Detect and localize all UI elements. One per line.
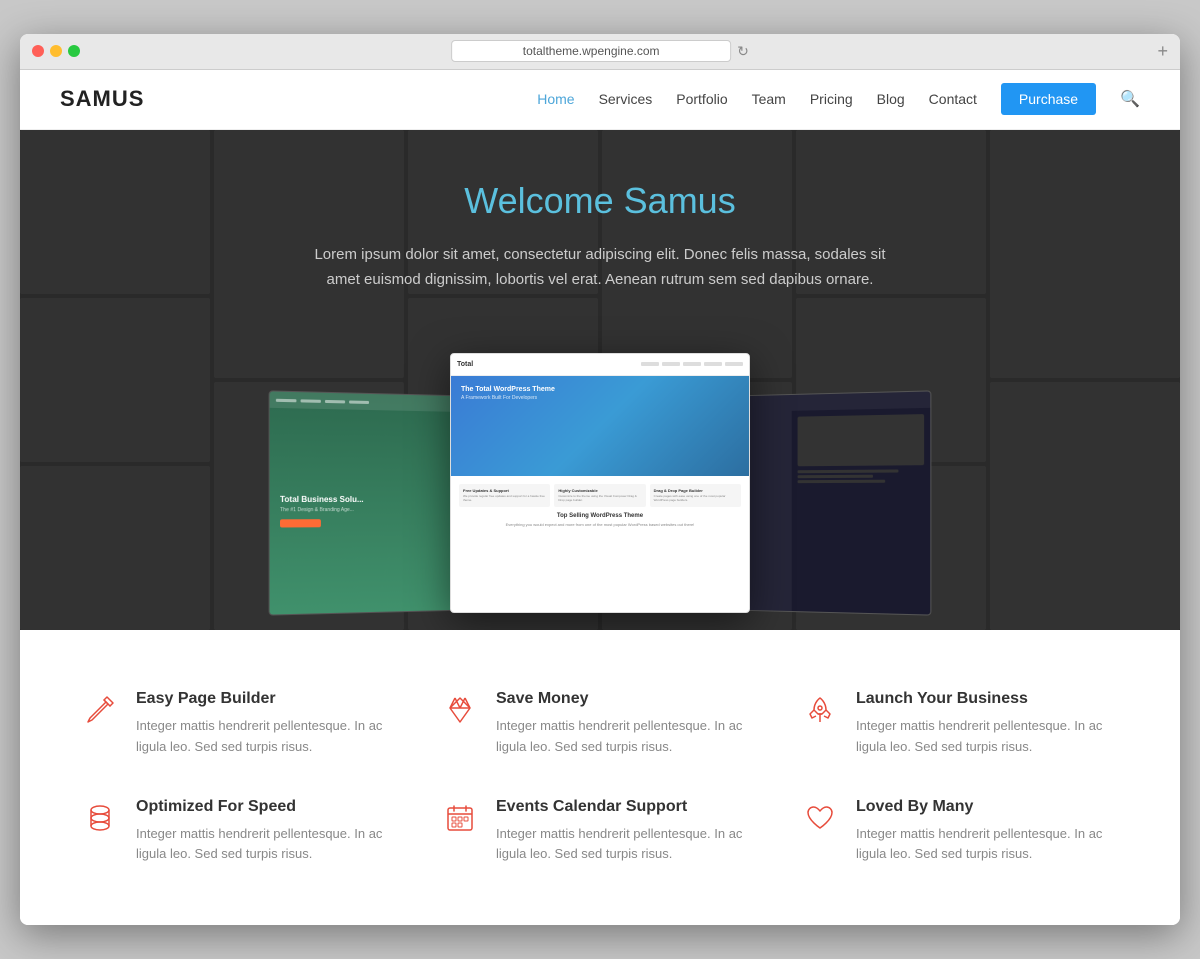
- feature-easy-page-builder: Easy Page Builder Integer mattis hendrer…: [80, 690, 400, 758]
- feature-launch-business-title: Launch Your Business: [856, 690, 1120, 708]
- mockup-center-hero-sub: A Framework Built For Developers: [461, 395, 555, 401]
- mockup-left-button: [280, 519, 321, 527]
- feature-loved-by-many-title: Loved By Many: [856, 798, 1120, 816]
- address-bar-container: totaltheme.wpengine.com ↻: [451, 40, 749, 62]
- close-button[interactable]: [32, 45, 44, 57]
- mockup-left-title: Total Business Solu...: [280, 495, 456, 504]
- search-icon[interactable]: 🔍: [1120, 89, 1140, 109]
- features-section: Easy Page Builder Integer mattis hendrer…: [20, 630, 1180, 925]
- address-bar[interactable]: totaltheme.wpengine.com: [451, 40, 731, 62]
- feature-events-calendar: Events Calendar Support Integer mattis h…: [440, 798, 760, 866]
- nav-pricing[interactable]: Pricing: [810, 91, 853, 107]
- site-nav: Home Services Portfolio Team Pricing Blo…: [537, 83, 1140, 115]
- hero-text: Welcome Samus Lorem ipsum dolor sit amet…: [300, 180, 900, 293]
- refresh-icon[interactable]: ↻: [737, 43, 749, 60]
- mockup-center: Total The Total WordPress Theme A Fr: [450, 353, 750, 613]
- nav-services[interactable]: Services: [599, 91, 653, 107]
- feature-optimized-speed-content: Optimized For Speed Integer mattis hendr…: [136, 798, 400, 866]
- browser-window: totaltheme.wpengine.com ↻ + SAMUS Home S…: [20, 34, 1180, 925]
- feature-easy-page-builder-title: Easy Page Builder: [136, 690, 400, 708]
- site-logo: SAMUS: [60, 86, 144, 112]
- feature-loved-by-many-desc: Integer mattis hendrerit pellentesque. I…: [856, 824, 1120, 866]
- mockup-left: Total Business Solu... The #1 Design & B…: [269, 390, 467, 615]
- feature-loved-by-many: Loved By Many Integer mattis hendrerit p…: [800, 798, 1120, 866]
- nav-contact[interactable]: Contact: [929, 91, 977, 107]
- feature-launch-business-desc: Integer mattis hendrerit pellentesque. I…: [856, 716, 1120, 758]
- feature-optimized-speed-desc: Integer mattis hendrerit pellentesque. I…: [136, 824, 400, 866]
- feature-easy-page-builder-desc: Integer mattis hendrerit pellentesque. I…: [136, 716, 400, 758]
- feature-launch-business: Launch Your Business Integer mattis hend…: [800, 690, 1120, 758]
- minimize-button[interactable]: [50, 45, 62, 57]
- rocket-icon: [800, 690, 840, 730]
- maximize-button[interactable]: [68, 45, 80, 57]
- feature-launch-business-content: Launch Your Business Integer mattis hend…: [856, 690, 1120, 758]
- feature-events-calendar-title: Events Calendar Support: [496, 798, 760, 816]
- hero-mockups: Total Business Solu... The #1 Design & B…: [40, 333, 1160, 613]
- mockup-right: [733, 390, 931, 615]
- mockup-feature-2: Highly Customizable Customize to the the…: [554, 484, 645, 507]
- mockup-section-title: Top Selling WordPress Theme: [459, 513, 741, 519]
- browser-titlebar: totaltheme.wpengine.com ↻ +: [20, 34, 1180, 70]
- mockup-center-hero-title: The Total WordPress Theme: [461, 386, 555, 393]
- feature-easy-page-builder-content: Easy Page Builder Integer mattis hendrer…: [136, 690, 400, 758]
- database-icon: [80, 798, 120, 838]
- nav-blog[interactable]: Blog: [877, 91, 905, 107]
- heart-icon: [800, 798, 840, 838]
- mockup-section-text: Everything you would expect and more fro…: [459, 522, 741, 527]
- hero-subtitle: Lorem ipsum dolor sit amet, consectetur …: [300, 242, 900, 293]
- feature-loved-by-many-content: Loved By Many Integer mattis hendrerit p…: [856, 798, 1120, 866]
- calendar-icon: [440, 798, 480, 838]
- features-grid: Easy Page Builder Integer mattis hendrer…: [80, 690, 1120, 865]
- feature-save-money-title: Save Money: [496, 690, 760, 708]
- nav-portfolio[interactable]: Portfolio: [676, 91, 727, 107]
- pencil-icon: [80, 690, 120, 730]
- mockup-center-logo: Total: [457, 361, 473, 368]
- feature-optimized-speed-title: Optimized For Speed: [136, 798, 400, 816]
- purchase-button[interactable]: Purchase: [1001, 83, 1096, 115]
- feature-save-money-content: Save Money Integer mattis hendrerit pell…: [496, 690, 760, 758]
- site-header: SAMUS Home Services Portfolio Team Prici…: [20, 70, 1180, 130]
- mockup-feature-3: Drag & Drop Page Builder Create pages wi…: [650, 484, 741, 507]
- nav-team[interactable]: Team: [752, 91, 786, 107]
- browser-dots: [32, 45, 80, 57]
- nav-home[interactable]: Home: [537, 91, 574, 107]
- feature-save-money: Save Money Integer mattis hendrerit pell…: [440, 690, 760, 758]
- mockup-left-subtitle: The #1 Design & Branding Age...: [280, 507, 456, 513]
- diamond-icon: [440, 690, 480, 730]
- hero-title: Welcome Samus: [300, 180, 900, 222]
- feature-save-money-desc: Integer mattis hendrerit pellentesque. I…: [496, 716, 760, 758]
- new-tab-button[interactable]: +: [1157, 41, 1168, 62]
- feature-optimized-speed: Optimized For Speed Integer mattis hendr…: [80, 798, 400, 866]
- feature-events-calendar-desc: Integer mattis hendrerit pellentesque. I…: [496, 824, 760, 866]
- hero-section: Welcome Samus Lorem ipsum dolor sit amet…: [20, 130, 1180, 630]
- feature-events-calendar-content: Events Calendar Support Integer mattis h…: [496, 798, 760, 866]
- site-content: SAMUS Home Services Portfolio Team Prici…: [20, 70, 1180, 925]
- mockup-feature-1: Free Updates & Support We provide regula…: [459, 484, 550, 507]
